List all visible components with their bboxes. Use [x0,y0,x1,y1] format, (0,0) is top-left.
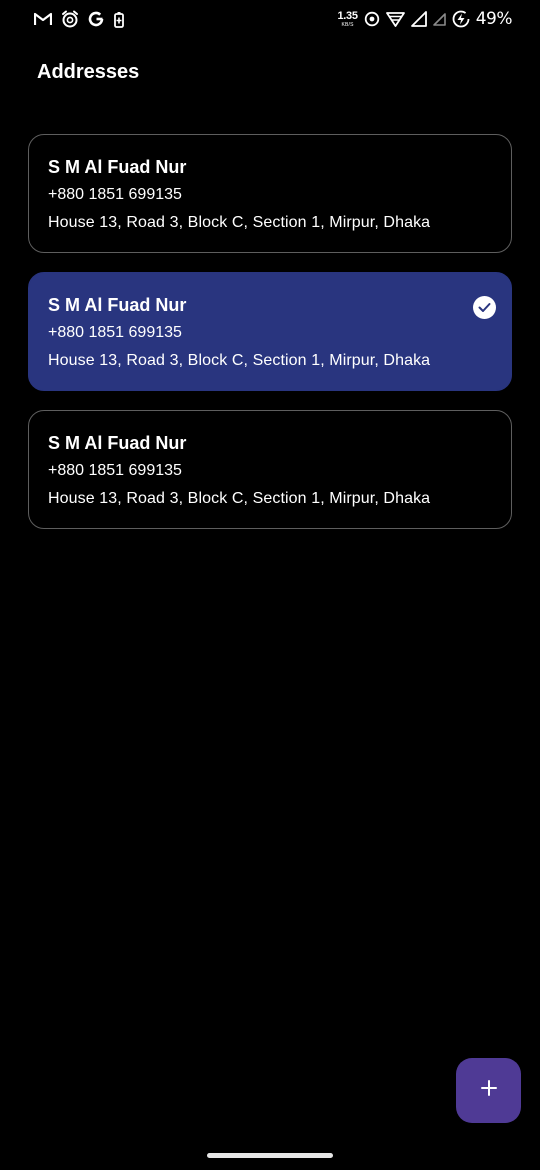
status-bar: 1.35 KB/S 49% [0,0,540,40]
gmail-icon [34,12,52,26]
status-bar-right: 1.35 KB/S 49% [337,9,512,29]
alarm-app-icon [61,10,79,28]
address-name: S M Al Fuad Nur [48,295,187,315]
address-card[interactable]: S M Al Fuad Nur +880 1851 699135 House 1… [28,410,512,529]
address-name: S M Al Fuad Nur [48,433,187,453]
data-saver-icon [364,11,380,27]
battery-percent: 49% [475,9,513,29]
address-phone: +880 1851 699135 [48,186,182,203]
check-icon [473,296,496,319]
status-bar-left [34,10,125,28]
address-text: House 13, Road 3, Block C, Section 1, Mi… [48,214,431,231]
wifi-icon [385,11,405,27]
add-address-button[interactable] [456,1058,521,1123]
address-card-selected[interactable]: S M Al Fuad Nur +880 1851 699135 House 1… [28,272,512,391]
signal-icon [410,11,427,27]
network-speed-value: 1.35 [337,9,358,22]
address-text: House 13, Road 3, Block C, Section 1, Mi… [48,352,431,369]
battery-saver-icon [113,11,125,28]
google-icon [88,11,104,27]
address-name: S M Al Fuad Nur [48,157,187,177]
home-gesture-bar[interactable] [207,1153,333,1158]
addresses-screen: 1.35 KB/S 49% Addresses S M Al Fuad Nur … [0,0,540,1170]
address-card[interactable]: S M Al Fuad Nur +880 1851 699135 House 1… [28,134,512,253]
address-phone: +880 1851 699135 [48,324,182,341]
address-text: House 13, Road 3, Block C, Section 1, Mi… [48,490,431,507]
network-speed-unit: KB/S [341,21,354,28]
plus-icon [480,1079,498,1102]
address-list: S M Al Fuad Nur +880 1851 699135 House 1… [28,134,512,548]
charging-icon [452,10,470,28]
page-title: Addresses [37,61,140,83]
signal-2-icon [432,12,446,26]
address-phone: +880 1851 699135 [48,462,182,479]
network-speed: 1.35 KB/S [337,9,358,28]
